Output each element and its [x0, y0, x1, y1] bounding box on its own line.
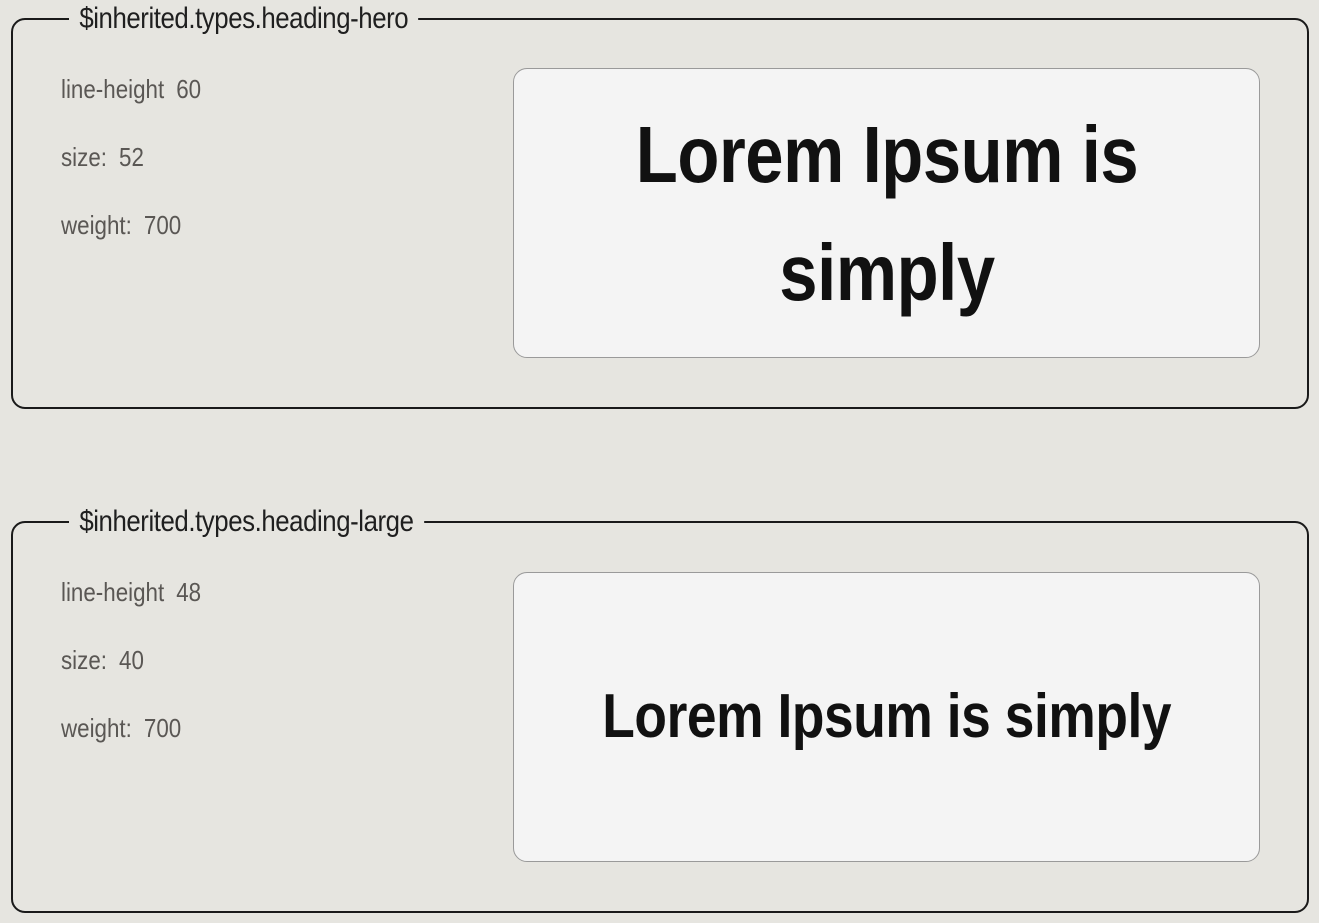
property-value: 40 [119, 645, 144, 675]
property-size: size: 52 [61, 140, 201, 208]
token-properties-list: line-height 60 size: 52 weight: 700 [61, 72, 224, 276]
preview-text: Lorem Ipsum is simply [602, 682, 1171, 751]
property-weight: weight: 700 [61, 711, 201, 779]
property-key: size: [61, 645, 107, 675]
property-key: size: [61, 142, 107, 172]
property-value: 60 [176, 74, 202, 104]
token-properties-list: line-height 48 size: 40 weight: 700 [61, 575, 224, 779]
property-size: size: 40 [61, 643, 201, 711]
typography-token-page: $inherited.types.heading-hero line-heigh… [0, 0, 1319, 923]
panel-title: $inherited.types.heading-large [69, 503, 424, 541]
property-key: weight: [61, 713, 132, 743]
property-key: weight: [61, 210, 132, 240]
property-line-height: line-height 48 [61, 575, 201, 643]
typography-preview-box: Lorem Ipsum is simply [513, 572, 1260, 862]
preview-text: Lorem Ipsum is simply [635, 110, 1138, 317]
property-value: 700 [143, 210, 182, 240]
typography-preview-box: Lorem Ipsum is simply [513, 68, 1260, 358]
property-key: line-height [61, 74, 165, 104]
property-weight: weight: 700 [61, 208, 201, 276]
property-value: 700 [143, 713, 182, 743]
property-value: 48 [176, 577, 202, 607]
property-value: 52 [119, 142, 144, 172]
token-panel-heading-hero: $inherited.types.heading-hero line-heigh… [11, 0, 1309, 409]
property-key: line-height [61, 577, 165, 607]
token-panel-heading-large: $inherited.types.heading-large line-heig… [11, 503, 1309, 913]
property-line-height: line-height 60 [61, 72, 201, 140]
panel-title: $inherited.types.heading-hero [69, 0, 419, 38]
